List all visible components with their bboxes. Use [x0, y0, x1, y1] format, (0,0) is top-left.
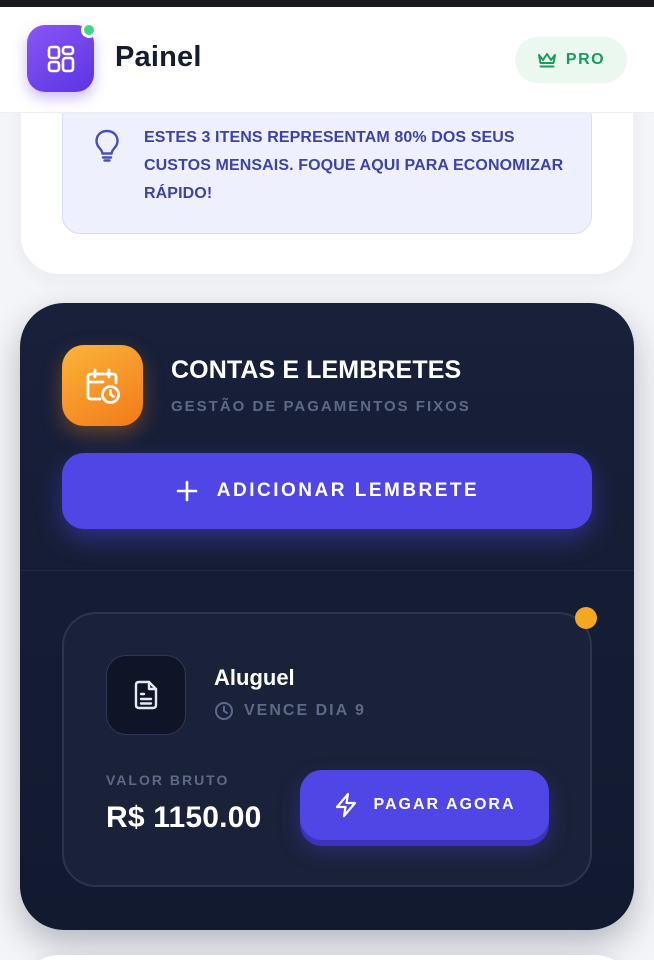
section-icon-box [62, 345, 143, 426]
calendar-clock-icon [86, 368, 120, 404]
section-divider [20, 570, 634, 571]
bill-due-label: VENCE DIA 9 [244, 702, 366, 719]
add-reminder-label: ADICIONAR LEMBRETE [216, 480, 480, 501]
status-bar [0, 0, 654, 7]
pro-badge-label: PRO [565, 51, 606, 68]
dashboard-grid-icon [47, 45, 74, 72]
pay-now-label: PAGAR AGORA [373, 796, 516, 813]
pending-indicator [575, 607, 597, 629]
section-subtitle: GESTÃO DE PAGAMENTOS FIXOS [171, 398, 471, 415]
bill-name: Aluguel [214, 665, 295, 690]
lightbulb-icon [92, 128, 122, 167]
bill-amount: R$ 1150.00 [106, 801, 262, 834]
tip-text: ESTES 3 ITENS REPRESENTAM 80% DOS SEUS C… [144, 129, 564, 202]
section-title: CONTAS E LEMBRETES [171, 356, 462, 384]
plus-icon [176, 480, 198, 502]
document-icon [134, 680, 158, 710]
clock-icon [215, 702, 233, 720]
crown-icon [537, 53, 556, 68]
bill-due-row: VENCE DIA 9 [214, 701, 366, 721]
next-card-peek [21, 955, 633, 960]
bill-card[interactable] [62, 612, 592, 887]
pro-badge[interactable]: PRO [515, 37, 627, 83]
online-status-dot [81, 22, 97, 38]
value-label: VALOR BRUTO [106, 772, 230, 788]
pay-now-button[interactable]: PAGAR AGORA [300, 770, 549, 840]
lightning-icon [335, 792, 356, 818]
page-title: Painel [115, 41, 202, 73]
add-reminder-button[interactable]: ADICIONAR LEMBRETE [62, 453, 592, 529]
bill-icon-box [106, 655, 186, 735]
app-header: Painel PRO [0, 7, 654, 113]
